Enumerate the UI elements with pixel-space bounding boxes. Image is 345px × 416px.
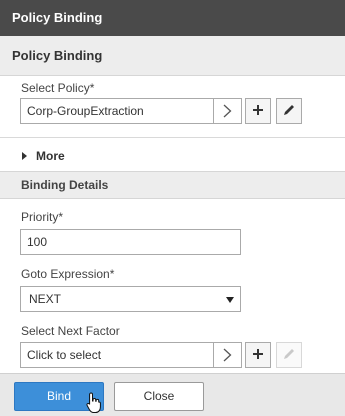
panel-header: Policy Binding <box>0 36 345 76</box>
edit-policy-button[interactable] <box>276 98 302 124</box>
binding-details-header: Binding Details <box>0 171 345 199</box>
dialog-footer: Bind Close <box>0 373 345 416</box>
more-toggle[interactable]: More <box>0 137 345 171</box>
next-factor-label: Select Next Factor <box>21 324 120 338</box>
chevron-right-icon[interactable] <box>213 99 241 123</box>
plus-icon <box>252 104 264 119</box>
caret-right-icon <box>22 152 27 160</box>
goto-expression-label: Goto Expression* <box>21 267 115 281</box>
hand-cursor-icon <box>86 392 102 416</box>
priority-label: Priority* <box>21 210 64 224</box>
priority-input[interactable]: 100 <box>20 229 241 255</box>
select-policy-field[interactable]: Corp-GroupExtraction <box>20 98 242 124</box>
goto-expression-select[interactable]: NEXT <box>20 286 241 312</box>
pencil-icon <box>282 103 296 120</box>
select-policy-label: Select Policy* <box>21 81 95 95</box>
goto-expression-value: NEXT <box>29 292 62 306</box>
next-factor-field[interactable]: Click to select <box>20 342 242 368</box>
add-policy-button[interactable] <box>245 98 271 124</box>
pencil-icon <box>282 347 296 364</box>
add-next-factor-button[interactable] <box>245 342 271 368</box>
plus-icon <box>252 348 264 363</box>
next-factor-placeholder[interactable]: Click to select <box>21 343 213 367</box>
close-button[interactable]: Close <box>114 382 204 411</box>
dropdown-arrow-icon <box>226 297 234 303</box>
edit-next-factor-button[interactable] <box>276 342 302 368</box>
more-label: More <box>36 149 65 163</box>
window-title: Policy Binding <box>0 0 345 36</box>
chevron-right-icon[interactable] <box>213 343 241 367</box>
select-policy-value[interactable]: Corp-GroupExtraction <box>21 99 213 123</box>
